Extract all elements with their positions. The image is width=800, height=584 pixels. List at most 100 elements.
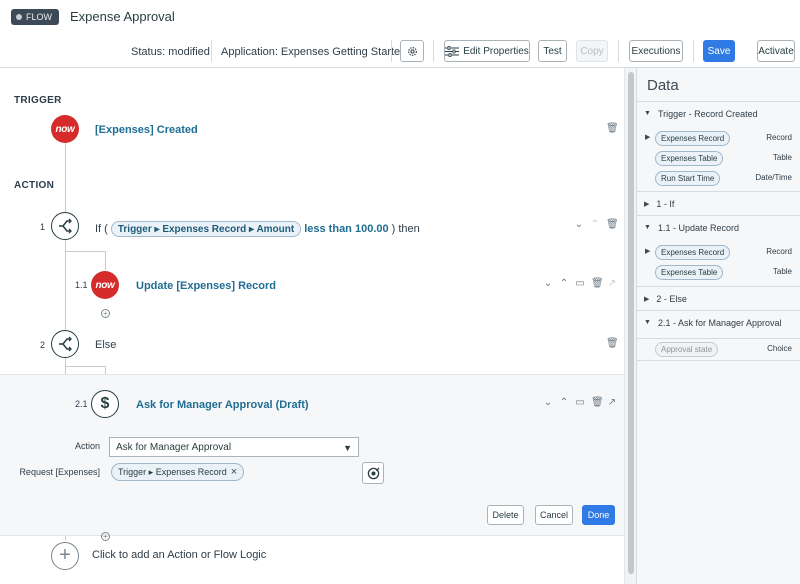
data-row[interactable]: Approval state Choice (637, 338, 800, 360)
status-text: Status: modified (131, 46, 210, 58)
data-row[interactable]: ▶ Expenses Record Record (637, 129, 800, 149)
chevron-up-icon[interactable]: ⌃ (559, 397, 569, 408)
divider (211, 40, 212, 62)
settings-button[interactable] (400, 40, 424, 62)
data-type: Record (766, 247, 792, 256)
connector-line (105, 251, 106, 270)
delete-button[interactable]: Delete (487, 505, 524, 525)
chevron-up-icon[interactable]: ⌃ (590, 219, 600, 230)
activate-button[interactable]: Activate (757, 40, 795, 62)
data-pill[interactable]: Expenses Record (655, 245, 731, 260)
else-label[interactable]: Else (95, 339, 116, 351)
action-select-value: Ask for Manager Approval (116, 441, 232, 453)
trash-icon[interactable]: 🗑 (606, 123, 619, 134)
step1-actions: ⌄ ⌃ 🗑 (574, 219, 619, 230)
triangle-down-icon: ▼ (644, 224, 651, 231)
data-section-if[interactable]: ▶ 1 - If (637, 191, 800, 215)
if-suffix: ) then (391, 223, 420, 235)
comment-icon[interactable]: ▭ (575, 278, 585, 289)
if-condition[interactable]: If ( Trigger ▸ Expenses Record ▸ Amount … (95, 221, 420, 237)
open-external-icon[interactable]: ↗ (607, 397, 617, 408)
chevron-down-icon[interactable]: ⌄ (543, 397, 553, 408)
flow-canvas: TRIGGER now [Expenses] Created 🗑 ACTION … (0, 68, 624, 584)
condition-pill[interactable]: Trigger ▸ Expenses Record ▸ Amount (110, 221, 302, 237)
trash-icon[interactable]: 🗑 (591, 397, 604, 408)
data-section-label: 2 - Else (656, 293, 687, 304)
triangle-right-icon[interactable]: ▶ (645, 133, 650, 141)
action-section-label: ACTION (14, 180, 55, 191)
data-pill[interactable]: Expenses Table (655, 265, 724, 280)
edit-properties-button[interactable]: Edit Properties (444, 40, 530, 62)
data-row[interactable]: ▶ Expenses Record Record (637, 243, 800, 263)
sliders-icon (445, 45, 460, 57)
header: FLOW Expense Approval Status: modified A… (0, 0, 800, 68)
data-section-trigger[interactable]: ▼ Trigger - Record Created (637, 101, 800, 125)
step2-1-actions: ⌄ ⌃ ▭ 🗑 ↗ (543, 397, 617, 408)
data-pill[interactable]: Expenses Table (655, 151, 724, 166)
data-section-ask-approval[interactable]: ▼ 2.1 - Ask for Manager Approval (637, 310, 800, 334)
request-pill-label: Trigger ▸ Expenses Record (118, 466, 227, 477)
dollar-icon: $ (91, 390, 119, 418)
test-button[interactable]: Test (538, 40, 567, 62)
step-number: 2.1 (75, 399, 88, 409)
step1-1-actions: ⌄ ⌃ ▭ 🗑 ↗ (543, 278, 617, 289)
action-select[interactable]: Ask for Manager Approval ▼ (109, 437, 359, 457)
divider (637, 360, 800, 361)
flow-badge-label: FLOW (26, 12, 52, 22)
data-pill[interactable]: Expenses Record (655, 131, 731, 146)
scrollbar-thumb[interactable] (628, 72, 634, 574)
chevron-down-icon[interactable]: ⌄ (574, 219, 584, 230)
close-icon[interactable]: × (231, 466, 237, 478)
flow-dot-icon (16, 14, 22, 20)
chevron-up-icon[interactable]: ⌃ (559, 278, 569, 289)
comment-icon[interactable]: ▭ (575, 397, 585, 408)
save-button[interactable]: Save (703, 40, 735, 62)
data-row[interactable]: Expenses Table Table (637, 149, 800, 169)
connector-line (65, 536, 66, 540)
data-row[interactable]: Expenses Table Table (637, 263, 800, 283)
flow-title: Expense Approval (70, 9, 175, 24)
add-action-prompt[interactable]: Click to add an Action or Flow Logic (92, 549, 266, 561)
trash-icon[interactable]: 🗑 (606, 338, 619, 349)
data-section-update-record[interactable]: ▼ 1.1 - Update Record (637, 215, 800, 239)
data-row[interactable]: Run Start Time Date/Time (637, 169, 800, 189)
trigger-actions: 🗑 (606, 123, 619, 134)
step1-1-title[interactable]: Update [Expenses] Record (136, 280, 276, 292)
step-number: 1.1 (75, 280, 88, 290)
trash-icon[interactable]: 🗑 (606, 219, 619, 230)
triangle-right-icon[interactable]: ▶ (645, 247, 650, 255)
canvas-scrollbar[interactable] (624, 68, 636, 584)
triangle-right-icon: ▶ (644, 200, 650, 208)
data-type: Date/Time (755, 173, 792, 182)
data-pill-picker-button[interactable] (362, 462, 384, 484)
flow-badge: FLOW (11, 9, 59, 25)
add-step-icon[interactable]: + (101, 309, 110, 318)
add-step-icon[interactable]: + (101, 532, 110, 541)
copy-button[interactable]: Copy (576, 40, 608, 62)
step-edit-panel: 2.1 $ Ask for Manager Approval (Draft) ⌄… (0, 374, 624, 536)
add-action-icon[interactable]: + (51, 542, 79, 570)
chevron-down-icon[interactable]: ⌄ (543, 278, 553, 289)
connector-line (105, 366, 106, 374)
data-section-else[interactable]: ▶ 2 - Else (637, 286, 800, 310)
data-pill[interactable]: Run Start Time (655, 171, 721, 186)
request-pill[interactable]: Trigger ▸ Expenses Record × (111, 463, 245, 481)
divider (693, 40, 694, 62)
application-text: Application: Expenses Getting Started (221, 46, 407, 58)
trash-icon[interactable]: 🗑 (591, 278, 604, 289)
cancel-button[interactable]: Cancel (535, 505, 573, 525)
executions-button[interactable]: Executions (629, 40, 683, 62)
done-button[interactable]: Done (582, 505, 615, 525)
triangle-down-icon: ▼ (644, 110, 651, 117)
connector-line (65, 366, 106, 367)
open-external-icon[interactable]: ↗ (607, 278, 617, 289)
divider (391, 40, 392, 62)
data-type: Record (766, 133, 792, 142)
trigger-title[interactable]: [Expenses] Created (95, 124, 198, 136)
caret-down-icon: ▼ (343, 443, 352, 453)
data-pill[interactable]: Approval state (655, 342, 719, 357)
triangle-right-icon: ▶ (644, 295, 650, 303)
data-section-label: 2.1 - Ask for Manager Approval (657, 317, 782, 328)
step2-1-title[interactable]: Ask for Manager Approval (Draft) (136, 399, 309, 411)
trigger-section-label: TRIGGER (14, 95, 62, 106)
